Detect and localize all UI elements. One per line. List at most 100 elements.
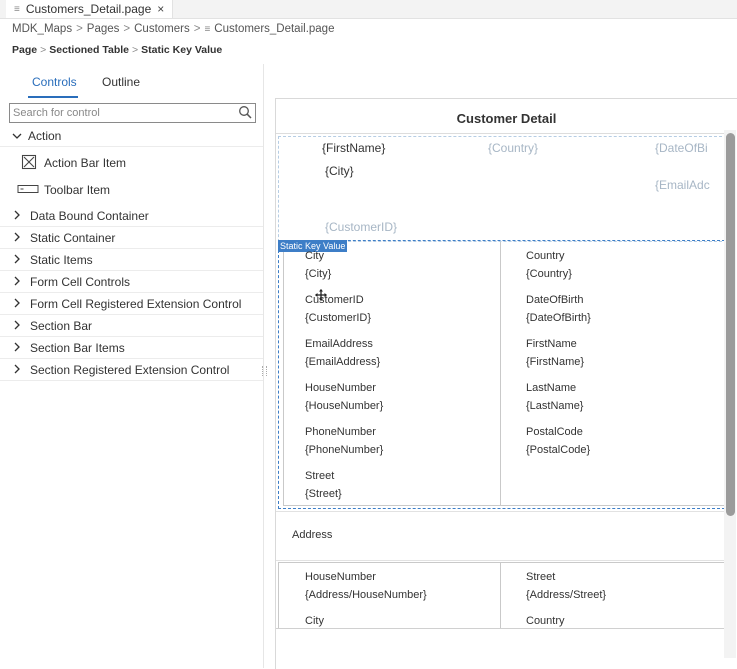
close-icon[interactable]: × — [157, 2, 164, 16]
control-item-toolbar-item[interactable]: Toolbar Item — [0, 179, 263, 201]
header-customer-id: {CustomerID} — [325, 220, 398, 234]
group-row[interactable]: Form Cell Registered Extension Control — [0, 293, 263, 315]
kv-value: {City} — [305, 268, 332, 280]
kv-key: CustomerID — [305, 294, 364, 306]
group-row[interactable]: Section Registered Extension Control — [0, 359, 263, 381]
editor-tab-bar: ≡ Customers_Detail.page × — [0, 0, 737, 19]
chevron-right-icon — [10, 363, 24, 377]
search-box — [9, 103, 256, 123]
group-label: Static Container — [30, 230, 116, 245]
group-label: Form Cell Registered Extension Control — [30, 296, 242, 311]
breadcrumb-separator: > — [76, 23, 83, 35]
chevron-right-icon — [10, 275, 24, 289]
kv-key: PhoneNumber — [305, 426, 376, 438]
breadcrumb-item[interactable]: MDK_Maps — [12, 23, 72, 35]
group-row[interactable]: Data Bound Container — [0, 205, 263, 227]
section-header-address: Address — [292, 529, 333, 541]
group-row[interactable]: Section Bar Items — [0, 337, 263, 359]
group-label: Section Registered Extension Control — [30, 362, 230, 377]
divider — [276, 628, 726, 629]
canvas-scrollbar-thumb[interactable] — [726, 133, 735, 516]
designer-breadcrumb-item[interactable]: Static Key Value — [141, 44, 222, 56]
group-row[interactable]: Form Cell Controls — [0, 271, 263, 293]
group-label: Data Bound Container — [30, 208, 149, 223]
group-label: Form Cell Controls — [30, 274, 131, 289]
editor-tab[interactable]: ≡ Customers_Detail.page × — [6, 0, 174, 18]
search-input[interactable] — [13, 105, 233, 120]
toolbar-item-icon — [17, 183, 39, 198]
kv-key: PostalCode — [526, 426, 583, 438]
tab-controls[interactable]: Controls — [32, 75, 77, 89]
kv-key: City — [305, 250, 324, 262]
kv-key: Country — [526, 250, 565, 262]
breadcrumb: MDK_Maps > Pages > Customers > ≡ Custome… — [12, 20, 334, 38]
breadcrumb-separator: > — [123, 23, 131, 35]
header-date-of-birth: {DateOfBi — [655, 141, 708, 155]
move-cursor-icon — [315, 289, 327, 304]
tab-outline[interactable]: Outline — [102, 75, 140, 89]
group-row[interactable]: Static Container — [0, 227, 263, 249]
kv-value: {Address/Street} — [526, 589, 607, 601]
search-icon[interactable] — [238, 105, 252, 122]
group-action[interactable]: Action — [0, 125, 263, 147]
kv-key: HouseNumber — [305, 382, 376, 394]
control-item-label: Toolbar Item — [44, 183, 111, 197]
column-divider — [500, 242, 501, 506]
group-label: Static Items — [30, 252, 93, 267]
control-item-label: Action Bar Item — [44, 156, 127, 170]
kv-key: Street — [305, 470, 335, 482]
breadcrumb-item[interactable]: Pages — [87, 23, 120, 35]
breadcrumb-separator: > — [132, 44, 139, 56]
column-divider — [500, 562, 501, 628]
action-bar-item-icon — [21, 154, 37, 173]
controls-panel: Controls Outline Action Action Bar Item … — [0, 64, 264, 668]
chevron-right-icon — [10, 253, 24, 267]
kv-value: {CustomerID} — [305, 312, 372, 324]
breadcrumb-item[interactable]: Customers_Detail.page — [214, 23, 334, 35]
file-lines-icon: ≡ — [204, 23, 211, 35]
group-label: Section Bar Items — [30, 340, 125, 355]
divider — [276, 511, 726, 512]
kv-key: EmailAddress — [305, 338, 373, 350]
designer-breadcrumb-item[interactable]: Sectioned Table — [49, 44, 129, 56]
panel-tabs: Controls Outline — [0, 64, 263, 98]
kv-value: {PhoneNumber} — [305, 444, 384, 456]
active-tab-indicator — [28, 96, 78, 98]
chevron-right-icon — [10, 297, 24, 311]
design-canvas: Customer Detail {FirstName} {Country} {D… — [275, 98, 737, 669]
kv-value: {Country} — [526, 268, 572, 280]
kv-value: {Street} — [305, 488, 342, 500]
group-row[interactable]: Static Items — [0, 249, 263, 271]
chevron-right-icon — [10, 341, 24, 355]
divider — [276, 133, 726, 134]
static-key-value-grid — [283, 241, 726, 506]
breadcrumb-separator: > — [193, 23, 201, 35]
divider — [276, 560, 726, 561]
header-country: {Country} — [488, 141, 539, 155]
breadcrumb-item[interactable]: Customers — [134, 23, 190, 35]
page-title: Customer Detail — [456, 111, 557, 126]
kv-value: {EmailAddress} — [305, 356, 381, 368]
kv-key: HouseNumber — [305, 571, 376, 583]
designer-breadcrumb: Page > Sectioned Table > Static Key Valu… — [12, 42, 222, 58]
panel-resize-handle[interactable] — [262, 366, 267, 376]
chevron-right-icon — [10, 209, 24, 223]
header-first-name: {FirstName} — [322, 141, 386, 155]
kv-value: {Address/HouseNumber} — [305, 589, 427, 601]
kv-value: {PostalCode} — [526, 444, 591, 456]
kv-key: FirstName — [526, 338, 577, 350]
control-item-action-bar-item[interactable]: Action Bar Item — [0, 152, 263, 174]
group-row[interactable]: Section Bar — [0, 315, 263, 337]
kv-value: {DateOfBirth} — [526, 312, 591, 324]
chevron-right-icon — [10, 231, 24, 245]
kv-key: LastName — [526, 382, 577, 394]
designer-breadcrumb-item[interactable]: Page — [12, 44, 37, 56]
static-key-value-section[interactable] — [278, 240, 726, 509]
kv-value: {LastName} — [526, 400, 584, 412]
group-label: Action — [28, 128, 62, 143]
chevron-right-icon — [10, 319, 24, 333]
kv-key: Street — [526, 571, 556, 583]
group-label: Section Bar — [30, 318, 93, 333]
kv-value: {HouseNumber} — [305, 400, 384, 412]
header-city: {City} — [325, 164, 354, 178]
